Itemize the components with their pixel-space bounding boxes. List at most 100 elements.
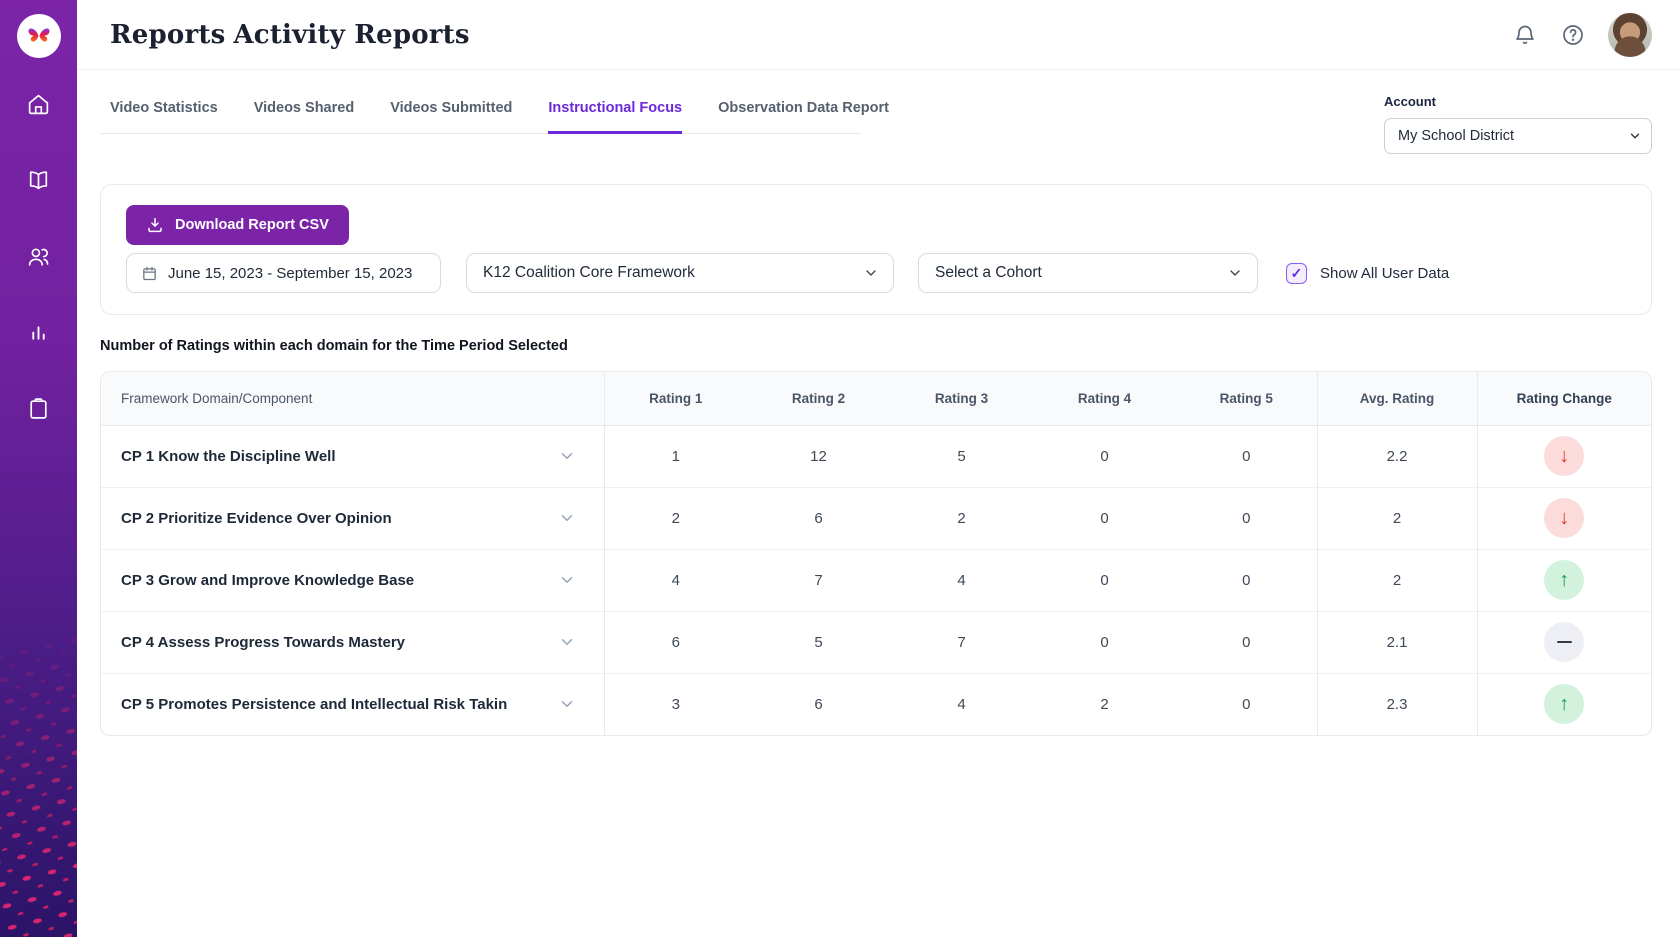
rating-2-value: 6 — [747, 487, 890, 549]
tab-bar: Video Statistics Videos Shared Videos Su… — [100, 100, 861, 134]
download-report-csv-button[interactable]: Download Report CSV — [126, 205, 349, 245]
table-section-title: Number of Ratings within each domain for… — [100, 338, 1652, 354]
rating-1-value: 4 — [604, 549, 747, 611]
rating-4-value: 0 — [1033, 549, 1176, 611]
rating-2-value: 6 — [747, 673, 890, 735]
rating-change-down-badge — [1544, 436, 1584, 476]
rating-5-value: 0 — [1176, 425, 1317, 487]
tab-observation-data-report[interactable]: Observation Data Report — [718, 100, 889, 134]
tab-video-statistics[interactable]: Video Statistics — [110, 100, 218, 134]
rating-4-value: 0 — [1033, 425, 1176, 487]
subheader: Video Statistics Videos Shared Videos Su… — [77, 70, 1680, 158]
home-icon — [26, 92, 51, 117]
rating-1-value: 3 — [604, 673, 747, 735]
domain-label: CP 1 Know the Discipline Well — [121, 448, 336, 465]
rating-4-value: 0 — [1033, 611, 1176, 673]
col-header-avg-rating: Avg. Rating — [1317, 372, 1477, 425]
users-icon — [26, 244, 51, 269]
sidebar-item-assignments[interactable] — [17, 386, 61, 430]
rating-change-up-badge — [1544, 560, 1584, 600]
rating-3-value: 7 — [890, 611, 1033, 673]
page-title-secondary: Activity Reports — [233, 20, 469, 50]
ratings-table: Framework Domain/Component Rating 1 Rati… — [101, 372, 1651, 735]
help-button[interactable] — [1560, 22, 1586, 48]
rating-1-value: 1 — [604, 425, 747, 487]
domain-label: CP 5 Promotes Persistence and Intellectu… — [121, 696, 507, 713]
table-row: CP 2 Prioritize Evidence Over Opinion 2 … — [101, 487, 1651, 549]
tab-videos-submitted[interactable]: Videos Submitted — [390, 100, 512, 134]
avg-rating-value: 2 — [1317, 487, 1477, 549]
topbar-actions — [1512, 13, 1652, 57]
avg-rating-value: 2 — [1317, 549, 1477, 611]
account-selector: Account My School District — [1384, 94, 1652, 154]
row-expand-chevron-icon[interactable] — [558, 571, 576, 589]
table-row: CP 5 Promotes Persistence and Intellectu… — [101, 673, 1651, 735]
sidebar-item-library[interactable] — [17, 158, 61, 202]
rating-5-value: 0 — [1176, 611, 1317, 673]
account-select[interactable]: My School District — [1384, 118, 1652, 154]
rating-1-value: 6 — [604, 611, 747, 673]
main-content: Reports Activity Reports — [77, 0, 1680, 937]
user-avatar[interactable] — [1608, 13, 1652, 57]
sidebar-nav — [0, 82, 77, 430]
ratings-table-card: Framework Domain/Component Rating 1 Rati… — [100, 371, 1652, 736]
avg-rating-value: 2.3 — [1317, 673, 1477, 735]
app-logo[interactable] — [17, 14, 61, 58]
bell-icon — [1513, 23, 1537, 47]
framework-select-value: K12 Coalition Core Framework — [483, 264, 695, 282]
sidebar-item-home[interactable] — [17, 82, 61, 126]
rating-2-value: 12 — [747, 425, 890, 487]
chevron-down-icon — [863, 265, 879, 281]
chevron-down-icon — [1227, 265, 1243, 281]
table-row: CP 1 Know the Discipline Well 1 12 5 0 0… — [101, 425, 1651, 487]
show-all-user-data-label: Show All User Data — [1320, 265, 1449, 282]
clipboard-icon — [26, 396, 51, 421]
domain-label: CP 3 Grow and Improve Knowledge Base — [121, 572, 414, 589]
butterfly-logo-icon — [26, 25, 52, 47]
filter-row: June 15, 2023 - September 15, 2023 K12 C… — [126, 253, 1626, 293]
rating-change-neutral-badge — [1544, 622, 1584, 662]
rating-3-value: 4 — [890, 673, 1033, 735]
book-open-icon — [26, 168, 51, 193]
table-row: CP 3 Grow and Improve Knowledge Base 4 7… — [101, 549, 1651, 611]
rating-3-value: 4 — [890, 549, 1033, 611]
notifications-button[interactable] — [1512, 22, 1538, 48]
show-all-user-data-toggle[interactable]: Show All User Data — [1286, 263, 1449, 284]
row-expand-chevron-icon[interactable] — [558, 695, 576, 713]
rating-5-value: 0 — [1176, 487, 1317, 549]
sidebar-item-people[interactable] — [17, 234, 61, 278]
col-header-rating-5: Rating 5 — [1176, 372, 1317, 425]
framework-select[interactable]: K12 Coalition Core Framework — [466, 253, 894, 293]
sidebar-item-analytics[interactable] — [17, 310, 61, 354]
page-body: Download Report CSV June 15, 2023 - Sept… — [77, 158, 1680, 736]
col-header-rating-3: Rating 3 — [890, 372, 1033, 425]
col-header-rating-4: Rating 4 — [1033, 372, 1176, 425]
bar-chart-icon — [26, 320, 51, 345]
rating-3-value: 2 — [890, 487, 1033, 549]
show-all-user-data-checkbox[interactable] — [1286, 263, 1307, 284]
sidebar-dot-pattern — [0, 602, 77, 937]
rating-2-value: 7 — [747, 549, 890, 611]
tab-videos-shared[interactable]: Videos Shared — [254, 100, 354, 134]
rating-3-value: 5 — [890, 425, 1033, 487]
page-title-primary: Reports — [110, 20, 225, 50]
account-label: Account — [1384, 94, 1652, 109]
page-title: Reports Activity Reports — [110, 20, 470, 50]
row-expand-chevron-icon[interactable] — [558, 509, 576, 527]
rating-5-value: 0 — [1176, 549, 1317, 611]
download-icon — [146, 216, 164, 234]
avg-rating-value: 2.2 — [1317, 425, 1477, 487]
rating-2-value: 5 — [747, 611, 890, 673]
date-range-input[interactable]: June 15, 2023 - September 15, 2023 — [126, 253, 441, 293]
tab-instructional-focus[interactable]: Instructional Focus — [548, 100, 682, 134]
table-header-row: Framework Domain/Component Rating 1 Rati… — [101, 372, 1651, 425]
help-icon — [1561, 23, 1585, 47]
row-expand-chevron-icon[interactable] — [558, 633, 576, 651]
cohort-select[interactable]: Select a Cohort — [918, 253, 1258, 293]
rating-4-value: 2 — [1033, 673, 1176, 735]
table-row: CP 4 Assess Progress Towards Mastery 6 5… — [101, 611, 1651, 673]
row-expand-chevron-icon[interactable] — [558, 447, 576, 465]
col-header-domain: Framework Domain/Component — [101, 372, 604, 425]
calendar-icon — [141, 265, 158, 282]
topbar: Reports Activity Reports — [77, 0, 1680, 70]
